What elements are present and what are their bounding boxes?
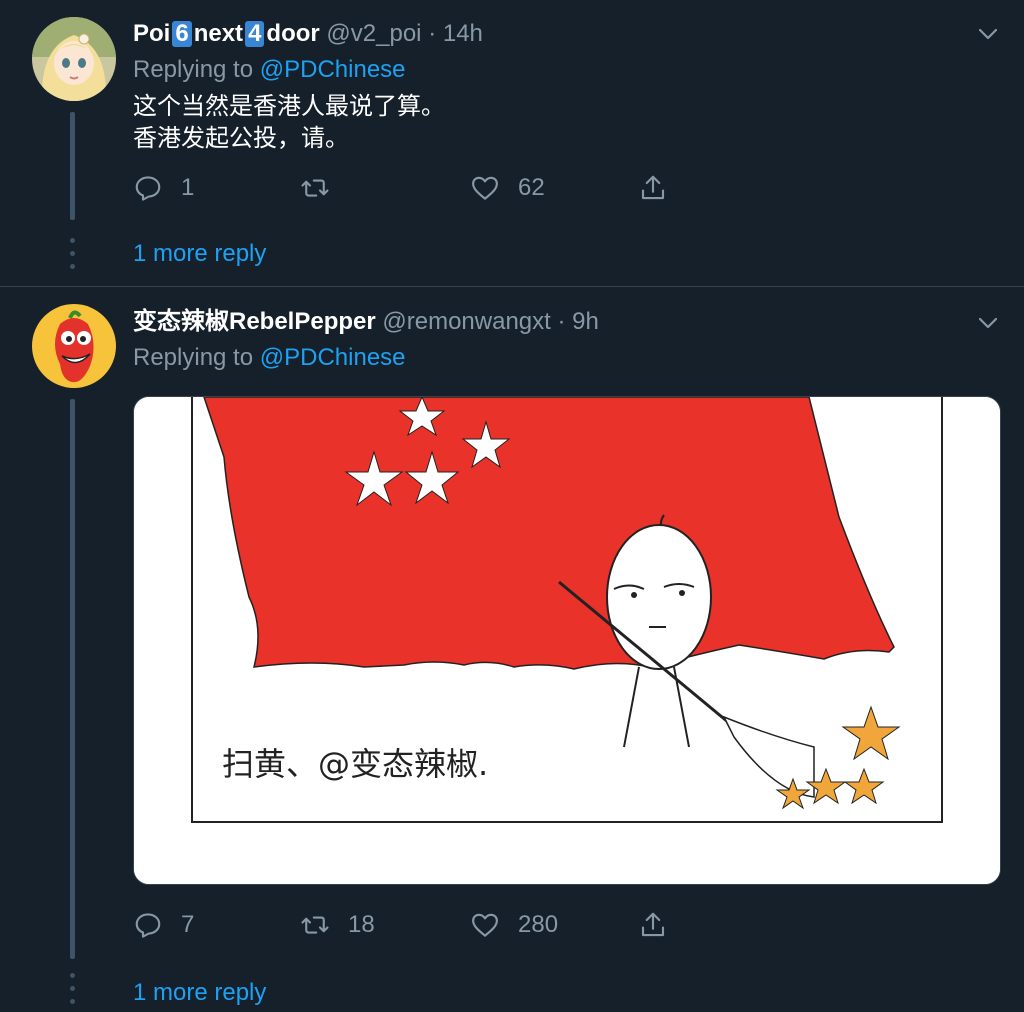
user-handle[interactable]: @remonwangxt (382, 308, 550, 335)
timestamp[interactable]: 9h (572, 308, 599, 335)
chevron-down-icon[interactable] (976, 22, 1000, 46)
separator-dot: · (428, 20, 437, 47)
like-button[interactable]: 280 (470, 909, 558, 941)
replying-to-link[interactable]: @PDChinese (260, 56, 406, 83)
thread-line (70, 399, 75, 959)
avatar[interactable] (32, 17, 116, 101)
separator-dot: · (557, 308, 566, 335)
user-handle[interactable]: @v2_poi (326, 20, 421, 47)
tweet-1[interactable]: Poi 6 next 4 door @v2_poi · 14h Replying to … (0, 0, 1024, 287)
share-icon (641, 175, 665, 200)
cartoon-caption: 扫黄、@变态辣椒. (222, 745, 488, 783)
anime-avatar-icon (32, 17, 116, 101)
like-count: 62 (518, 174, 545, 201)
replying-to: Replying to @PDChinese (133, 344, 406, 371)
reply-icon (135, 913, 161, 938)
tweet-image[interactable]: 扫黄、@变态辣椒. (133, 396, 1001, 885)
display-name[interactable]: 变态辣椒RebelPepper (133, 308, 376, 335)
heart-icon (472, 176, 498, 200)
retweet-button[interactable]: 18 (300, 909, 375, 941)
digit-badge: 6 (172, 21, 192, 47)
tweet-header: 变态辣椒RebelPepper @remonwangxt · 9h (133, 308, 599, 336)
chevron-down-icon[interactable] (976, 311, 1000, 335)
display-name[interactable]: Poi 6 next 4 door (133, 20, 320, 47)
reply-icon (135, 176, 161, 201)
tweet-header: Poi 6 next 4 door @v2_poi · 14h (133, 20, 483, 48)
like-count: 280 (518, 911, 559, 938)
thread-line (70, 112, 75, 220)
tweet-text: 这个当然是香港人最说了算。 香港发起公投，请。 (133, 92, 445, 152)
pepper-avatar-icon (32, 304, 116, 388)
avatar[interactable] (32, 304, 116, 388)
reply-button[interactable]: 7 (133, 909, 194, 941)
retweet-count: 18 (348, 911, 375, 938)
tweet-actions: 7 18 280 (133, 909, 693, 941)
share-icon (641, 912, 665, 937)
retweet-icon (301, 179, 329, 197)
timestamp[interactable]: 14h (443, 20, 483, 47)
digit-badge: 4 (245, 21, 265, 47)
more-replies-link[interactable]: 1 more reply (133, 240, 266, 268)
more-replies-dots (70, 973, 75, 1012)
reply-count: 7 (181, 911, 195, 938)
cartoon-image: 扫黄、@变态辣椒. (134, 397, 1000, 884)
retweet-icon (301, 916, 329, 934)
retweet-button[interactable] (300, 172, 348, 204)
replying-to-link[interactable]: @PDChinese (260, 344, 406, 371)
reply-count: 1 (181, 174, 195, 201)
like-button[interactable]: 62 (470, 172, 545, 204)
reply-button[interactable]: 1 (133, 172, 194, 204)
tweet-actions: 1 62 (133, 172, 693, 204)
more-replies-link[interactable]: 1 more reply (133, 979, 266, 1007)
replying-to: Replying to @PDChinese (133, 56, 406, 83)
share-button[interactable] (638, 172, 668, 204)
heart-icon (472, 913, 498, 937)
share-button[interactable] (638, 909, 668, 941)
tweet-2[interactable]: 变态辣椒RebelPepper @remonwangxt · 9h Replyi… (0, 287, 1024, 1007)
more-replies-dots (70, 238, 75, 277)
